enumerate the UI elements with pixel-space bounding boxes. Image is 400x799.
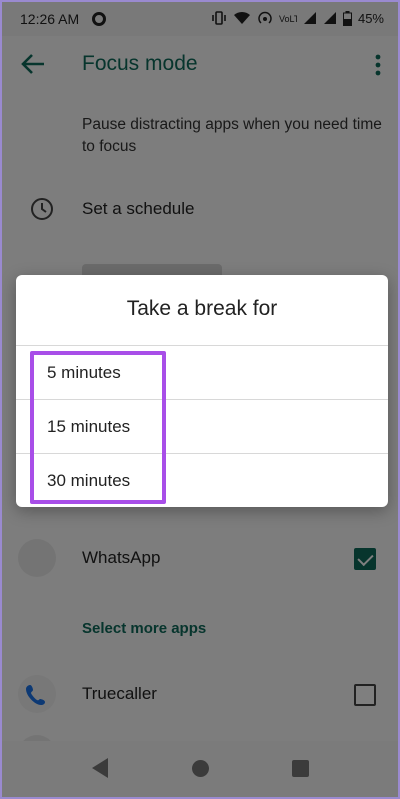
highlight-annotation	[30, 351, 166, 504]
dialog-title: Take a break for	[126, 297, 278, 320]
screen: 12:26 AM VoLTE 45% Focus mode Pause dist…	[2, 2, 398, 797]
